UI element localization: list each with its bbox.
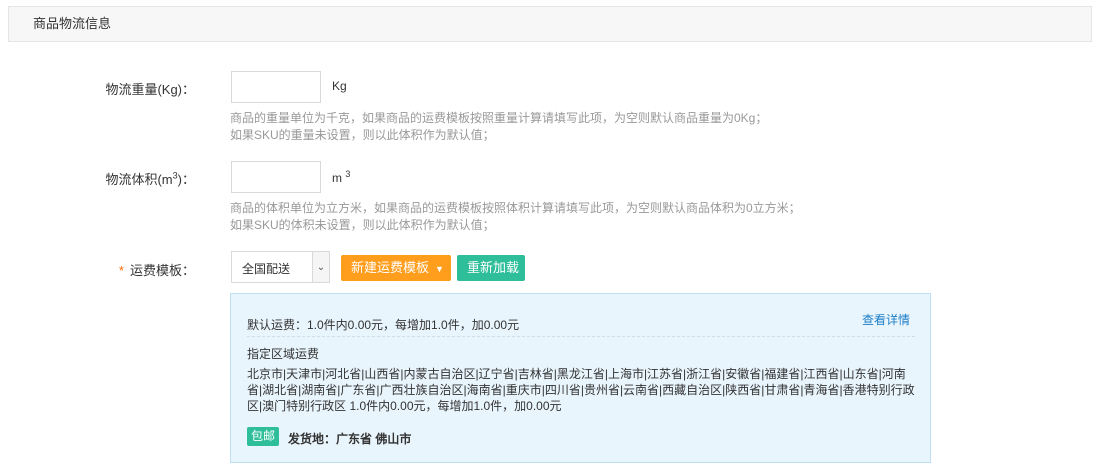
ship-from-text: 发货地：广东省 佛山市 (288, 432, 412, 446)
shipping-fee-info: 默认运费：1.0件内0.00元，每增加1.0件，加0.00元 查看详情 指定区域… (230, 293, 931, 463)
volume-label: 物流体积(m3)： (0, 169, 195, 188)
volume-input[interactable] (231, 161, 321, 193)
volume-hint-1: 商品的体积单位为立方米，如果商品的运费模板按照体积计算请填写此项，为空则默认商品… (230, 201, 801, 215)
template-label: * 运费模板： (0, 260, 195, 279)
reload-button-label: 重新加载 (467, 260, 520, 275)
volume-unit: m 3 (332, 169, 350, 185)
template-select-value: 全国配送 (242, 262, 291, 276)
reload-button[interactable]: 重新加载 (457, 255, 525, 281)
volume-hint-2: 如果SKU的体积未设置，则以此体积作为默认值； (230, 218, 495, 232)
template-label-text: 运费模板： (129, 263, 195, 278)
volume-unit-text: m (332, 171, 342, 185)
weight-hint-1: 商品的重量单位为千克，如果商品的运费模板按照重量计算请填写此项，为空则默认商品重… (230, 111, 768, 125)
volume-unit-sup: 3 (345, 169, 351, 179)
new-template-button[interactable]: 新建运费模板 ▼ (341, 255, 451, 281)
volume-label-suffix: )： (177, 172, 195, 187)
weight-hint-2: 如果SKU的重量未设置，则以此体积作为默认值； (230, 128, 495, 142)
weight-label: 物流重量(Kg)： (105, 82, 195, 97)
view-details-link[interactable]: 查看详情 (862, 311, 910, 328)
weight-input[interactable] (231, 71, 321, 103)
caret-down-icon: ▼ (435, 263, 444, 274)
default-fee-text: 默认运费：1.0件内0.00元，每增加1.0件，加0.00元 (247, 318, 520, 332)
required-mark: * (118, 263, 124, 278)
new-template-button-label: 新建运费模板 (351, 260, 430, 275)
volume-label-text: 物流体积(m (105, 172, 173, 187)
region-fee-title: 指定区域运费 (247, 347, 320, 361)
region-fee-text: 北京市|天津市|河北省|山西省|内蒙古自治区|辽宁省|吉林省|黑龙江省|上海市|… (247, 367, 915, 413)
chevron-down-icon[interactable]: ⌄ (312, 252, 329, 282)
template-select[interactable]: 全国配送 ⌄ (231, 251, 330, 283)
weight-unit: Kg (332, 79, 347, 93)
section-header: 商品物流信息 (8, 6, 1092, 42)
free-shipping-badge: 包邮 (247, 427, 280, 446)
section-title: 商品物流信息 (33, 16, 112, 31)
divider (247, 336, 915, 337)
